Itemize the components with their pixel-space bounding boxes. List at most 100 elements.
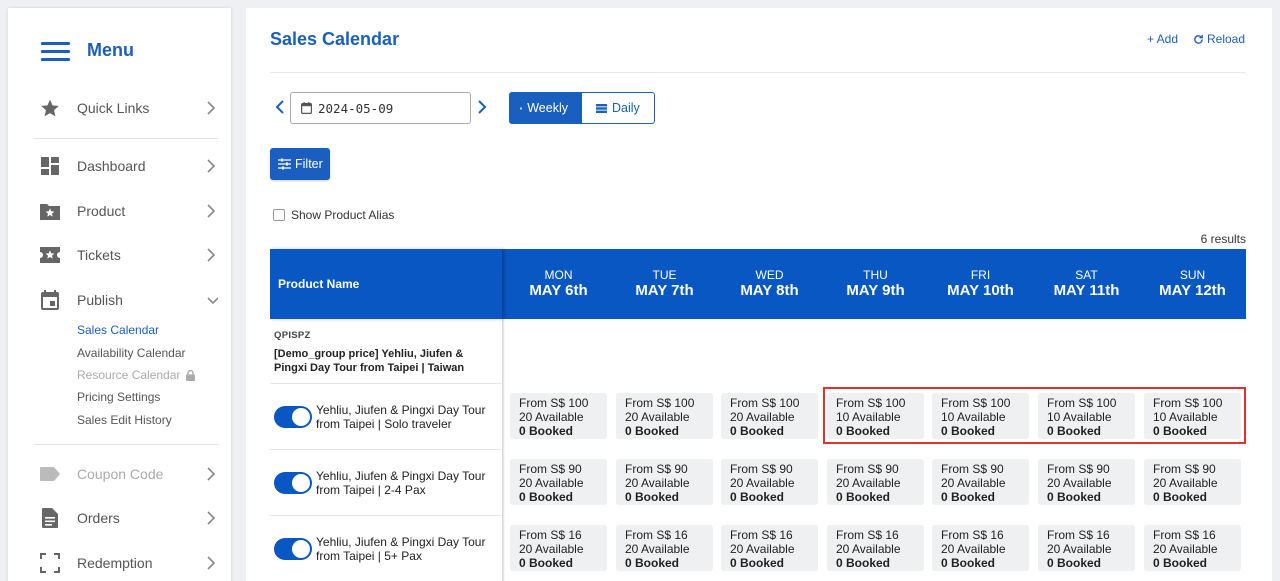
- sidebar-item-publish[interactable]: Publish: [8, 280, 231, 320]
- add-button[interactable]: + Add: [1147, 32, 1178, 46]
- chevron-right-icon: [207, 159, 216, 173]
- availability-cell[interactable]: From S$ 90 20 Available 0 Booked: [510, 459, 607, 505]
- day-header-fri: FRI MAY 10th: [928, 249, 1033, 319]
- sidebar-item-label: Orders: [77, 510, 120, 526]
- ticket-icon: [39, 244, 61, 266]
- hamburger-icon[interactable]: [41, 42, 70, 61]
- calendar-icon: [39, 289, 61, 311]
- sidebar-item-redemption[interactable]: Redemption: [8, 543, 231, 581]
- chevron-right-icon: [207, 248, 216, 262]
- cell-price: From S$ 16: [730, 528, 793, 542]
- sidebar-item-dashboard[interactable]: Dashboard: [8, 146, 231, 186]
- product-name-header: Product Name: [270, 249, 502, 319]
- daily-view-button[interactable]: Daily: [582, 92, 655, 124]
- sidebar-sub-pricing-settings[interactable]: Pricing Settings: [77, 390, 160, 404]
- availability-cell[interactable]: From S$ 100 10 Available 0 Booked: [1038, 393, 1135, 439]
- sidebar: Menu Quick Links Dashboard Product Ticke…: [8, 8, 231, 581]
- cell-price: From S$ 90: [836, 462, 899, 476]
- availability-cell[interactable]: From S$ 16 20 Available 0 Booked: [616, 525, 713, 571]
- availability-cell[interactable]: From S$ 16 20 Available 0 Booked: [827, 525, 924, 571]
- cell-booked: 0 Booked: [519, 556, 574, 570]
- cell-price: From S$ 16: [836, 528, 899, 542]
- prev-week-arrow-icon[interactable]: [274, 99, 286, 115]
- filter-button[interactable]: Filter: [270, 148, 330, 180]
- cell-booked: 0 Booked: [625, 490, 680, 504]
- cell-price: From S$ 90: [730, 462, 793, 476]
- availability-cell[interactable]: From S$ 100 20 Available 0 Booked: [721, 393, 818, 439]
- cell-available: 20 Available: [941, 476, 1006, 490]
- availability-cell[interactable]: From S$ 90 20 Available 0 Booked: [616, 459, 713, 505]
- availability-cell[interactable]: From S$ 100 20 Available 0 Booked: [616, 393, 713, 439]
- enable-toggle[interactable]: [274, 406, 312, 428]
- cell-price: From S$ 90: [941, 462, 1004, 476]
- sidebar-item-tickets[interactable]: Tickets: [8, 235, 231, 275]
- day-date: MAY 9th: [846, 282, 905, 299]
- sidebar-item-product[interactable]: Product: [8, 191, 231, 231]
- chevron-right-icon: [207, 511, 216, 525]
- cell-available: 20 Available: [1153, 476, 1218, 490]
- cell-available: 20 Available: [836, 476, 901, 490]
- cell-booked: 0 Booked: [1047, 490, 1102, 504]
- day-of-week: THU: [863, 268, 888, 282]
- day-header-wed: WED MAY 8th: [717, 249, 822, 319]
- cell-booked: 0 Booked: [836, 490, 891, 504]
- main-panel: Sales Calendar + Add Reload 2024-05-09 W…: [246, 8, 1272, 581]
- reload-label: Reload: [1207, 32, 1246, 46]
- cell-available: 20 Available: [625, 476, 690, 490]
- cell-available: 20 Available: [730, 410, 795, 424]
- cell-price: From S$ 16: [1153, 528, 1216, 542]
- cell-available: 10 Available: [1153, 410, 1218, 424]
- availability-cell[interactable]: From S$ 90 20 Available 0 Booked: [721, 459, 818, 505]
- day-date: MAY 8th: [740, 282, 799, 299]
- cell-booked: 0 Booked: [730, 424, 785, 438]
- reload-icon: [1194, 34, 1203, 44]
- date-picker-input[interactable]: 2024-05-09: [290, 92, 471, 124]
- availability-cell[interactable]: From S$ 100 20 Available 0 Booked: [510, 393, 607, 439]
- availability-cell[interactable]: From S$ 16 20 Available 0 Booked: [1038, 525, 1135, 571]
- sidebar-sub-label: Resource Calendar: [77, 368, 181, 382]
- reload-button[interactable]: Reload: [1193, 32, 1245, 46]
- cell-price: From S$ 100: [625, 396, 695, 410]
- availability-cell[interactable]: From S$ 16 20 Available 0 Booked: [721, 525, 818, 571]
- checkbox-box[interactable]: [273, 209, 285, 221]
- availability-cell[interactable]: From S$ 100 10 Available 0 Booked: [827, 393, 924, 439]
- availability-cell[interactable]: From S$ 90 20 Available 0 Booked: [932, 459, 1029, 505]
- availability-cell[interactable]: From S$ 100 10 Available 0 Booked: [1144, 393, 1241, 439]
- show-alias-checkbox[interactable]: Show Product Alias: [273, 208, 394, 222]
- product-row-5-pax: Yehliu, Jiufen & Pingxi Day Tour from Ta…: [274, 516, 502, 580]
- cell-booked: 0 Booked: [730, 556, 785, 570]
- sidebar-item-label: Publish: [77, 292, 123, 308]
- calendar-table-header: Product Name MON MAY 6th TUE MAY 7th WED MA…: [270, 249, 1246, 319]
- product-row-2-4-pax: Yehliu, Jiufen & Pingxi Day Tour from Ta…: [274, 450, 502, 514]
- sidebar-item-label: Quick Links: [77, 100, 150, 116]
- weekly-view-button[interactable]: Weekly: [509, 92, 582, 124]
- sidebar-sub-availability-calendar[interactable]: Availability Calendar: [77, 346, 186, 360]
- sidebar-item-quick-links[interactable]: Quick Links: [8, 88, 231, 128]
- availability-cell[interactable]: From S$ 90 20 Available 0 Booked: [1038, 459, 1135, 505]
- availability-cell[interactable]: From S$ 100 10 Available 0 Booked: [932, 393, 1029, 439]
- chevron-down-icon: [207, 297, 218, 305]
- availability-cell[interactable]: From S$ 16 20 Available 0 Booked: [510, 525, 607, 571]
- product-option-name: Yehliu, Jiufen & Pingxi Day Tour from Ta…: [316, 403, 486, 431]
- sidebar-item-label: Tickets: [77, 247, 121, 263]
- enable-toggle[interactable]: [274, 472, 312, 494]
- enable-toggle[interactable]: [274, 538, 312, 560]
- sidebar-sub-sales-edit-history[interactable]: Sales Edit History: [77, 413, 172, 427]
- scan-icon: [39, 552, 61, 574]
- sidebar-item-coupon-code[interactable]: Coupon Code: [8, 454, 231, 494]
- availability-cell[interactable]: From S$ 16 20 Available 0 Booked: [1144, 525, 1241, 571]
- day-date: MAY 10th: [947, 282, 1014, 299]
- availability-cell[interactable]: From S$ 90 20 Available 0 Booked: [1144, 459, 1241, 505]
- day-date: MAY 12th: [1159, 282, 1226, 299]
- next-week-arrow-icon[interactable]: [476, 99, 488, 115]
- sidebar-sub-resource-calendar: Resource Calendar: [77, 368, 196, 382]
- cell-price: From S$ 100: [1047, 396, 1117, 410]
- availability-cell[interactable]: From S$ 16 20 Available 0 Booked: [932, 525, 1029, 571]
- sidebar-sub-sales-calendar[interactable]: Sales Calendar: [77, 323, 159, 337]
- product-group-name: [Demo_group price] Yehliu, Jiufen & Ping…: [274, 348, 465, 374]
- cell-available: 20 Available: [625, 542, 690, 556]
- view-toggle: Weekly Daily: [509, 92, 655, 124]
- columns-icon: [520, 107, 523, 109]
- availability-cell[interactable]: From S$ 90 20 Available 0 Booked: [827, 459, 924, 505]
- sidebar-item-orders[interactable]: Orders: [8, 498, 231, 538]
